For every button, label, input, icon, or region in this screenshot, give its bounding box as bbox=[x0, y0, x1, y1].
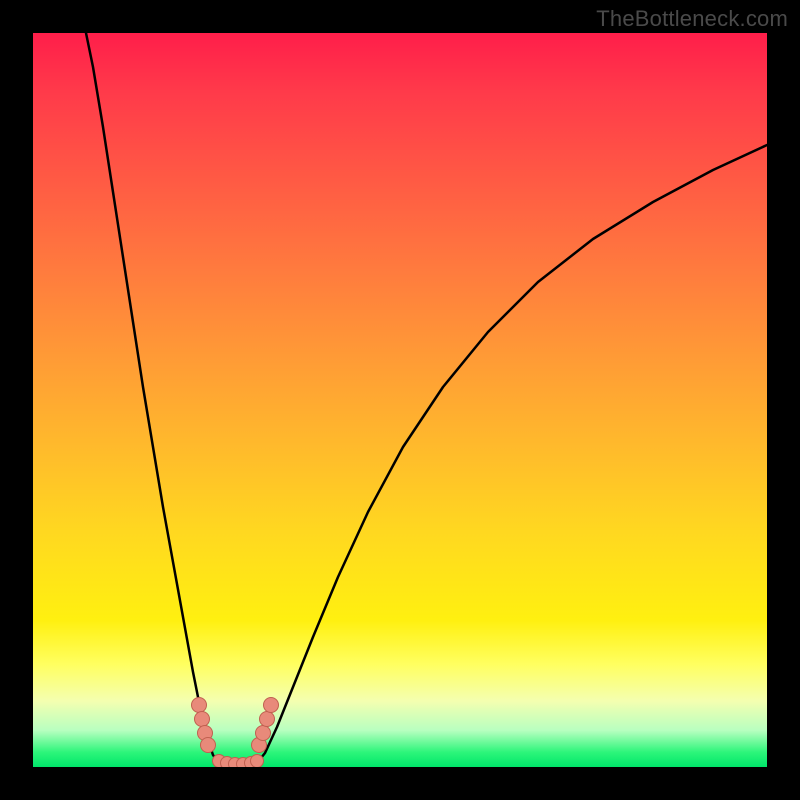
marker-cluster bbox=[192, 698, 279, 768]
bottleneck-curve bbox=[86, 33, 767, 765]
curve-marker bbox=[260, 712, 275, 727]
curve-marker bbox=[195, 712, 210, 727]
curve-right-branch bbox=[257, 145, 767, 763]
curve-marker bbox=[256, 726, 271, 741]
curve-marker bbox=[251, 755, 264, 768]
chart-frame: TheBottleneck.com bbox=[0, 0, 800, 800]
curve-marker bbox=[192, 698, 207, 713]
curve-marker bbox=[264, 698, 279, 713]
curve-marker bbox=[201, 738, 216, 753]
watermark-text: TheBottleneck.com bbox=[596, 6, 788, 32]
curve-left-branch bbox=[86, 33, 219, 763]
curve-svg bbox=[33, 33, 767, 767]
plot-area bbox=[33, 33, 767, 767]
